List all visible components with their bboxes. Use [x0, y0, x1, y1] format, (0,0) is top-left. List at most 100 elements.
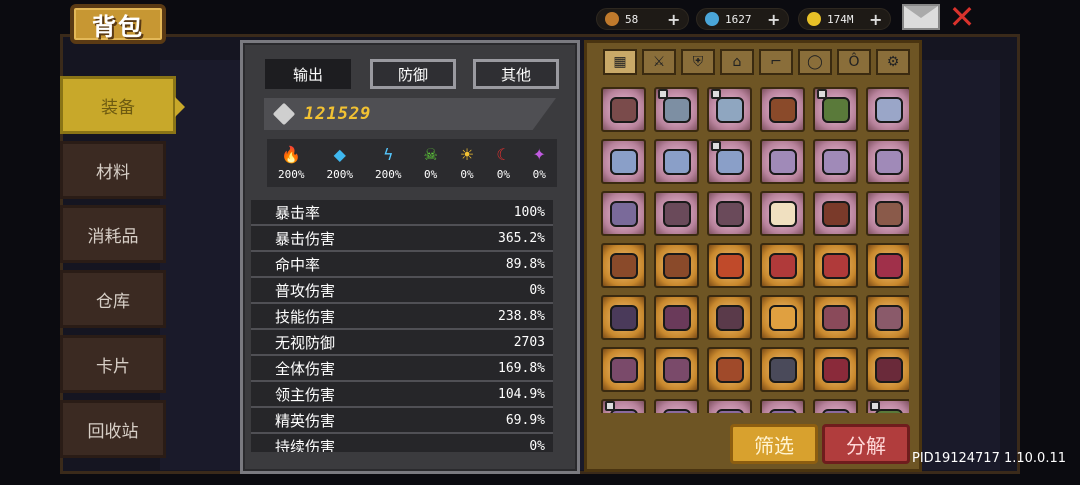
stat-row: 技能伤害 238.8%	[251, 304, 553, 330]
mail-icon[interactable]	[902, 4, 940, 30]
tab-defense[interactable]: 防御	[370, 59, 456, 89]
inventory-slot[interactable]	[654, 347, 699, 392]
inventory-slot[interactable]	[654, 139, 699, 184]
inventory-slot[interactable]	[866, 191, 909, 236]
sun-icon: ☀	[459, 144, 475, 164]
inventory-panel: ▦ ⚔ ⛨ ⌂ ⌐ ◯ Ô ⚙	[584, 40, 922, 472]
weapon-icon[interactable]: ⚔	[642, 49, 676, 75]
inventory-slot[interactable]	[813, 399, 858, 413]
item-icon	[662, 200, 691, 227]
inventory-slot[interactable]	[654, 87, 699, 132]
add-wood-button[interactable]: +	[667, 10, 680, 29]
item-icon	[821, 356, 850, 383]
decompose-button[interactable]: 分解	[822, 424, 910, 464]
inventory-slot[interactable]	[760, 139, 805, 184]
inventory-slot[interactable]	[707, 243, 752, 288]
add-gold-button[interactable]: +	[869, 10, 882, 29]
inventory-slot[interactable]	[707, 399, 752, 413]
side-tab-0[interactable]: 装备	[60, 76, 185, 134]
stat-label: 暴击伤害	[275, 229, 336, 248]
lightning-icon: ϟ	[382, 144, 394, 164]
inventory-slot[interactable]	[601, 87, 646, 132]
item-icon	[874, 200, 903, 227]
necklace-icon[interactable]: Ô	[837, 49, 871, 75]
wood-value: 58	[625, 12, 639, 26]
stat-label: 全体伤害	[275, 359, 336, 378]
inventory-slot[interactable]	[813, 139, 858, 184]
stat-value: 2703	[513, 334, 545, 350]
inventory-slot[interactable]	[813, 243, 858, 288]
inventory-slot[interactable]	[707, 87, 752, 132]
tab-other[interactable]: 其他	[473, 59, 559, 89]
version-label: PID19124717 1.10.0.11	[912, 451, 1067, 466]
element-bonus: ✦ 0%	[532, 144, 546, 181]
side-tab-2[interactable]: 消耗品	[60, 205, 166, 263]
boots-icon[interactable]: ⌐	[759, 49, 793, 75]
side-tab-label: 材料	[96, 162, 130, 183]
ring-icon[interactable]: ◯	[798, 49, 832, 75]
inventory-slot[interactable]	[760, 347, 805, 392]
inventory-slot[interactable]	[654, 243, 699, 288]
inventory-tab-glyph: ▦	[613, 54, 627, 70]
inventory-grid[interactable]	[601, 87, 909, 413]
helmet-icon[interactable]: ⌂	[720, 49, 754, 75]
inventory-slot[interactable]	[760, 295, 805, 340]
inventory-tab-glyph: Ô	[848, 54, 860, 70]
filter-button[interactable]: 筛选	[730, 424, 818, 464]
inventory-slot[interactable]	[866, 399, 909, 413]
close-icon[interactable]: ✕	[946, 1, 978, 33]
inventory-slot[interactable]	[707, 139, 752, 184]
stat-label: 精英伤害	[275, 411, 336, 430]
lock-icon	[711, 141, 721, 151]
side-tab-1[interactable]: 材料	[60, 141, 166, 199]
inventory-slot[interactable]	[866, 295, 909, 340]
inventory-slot[interactable]	[760, 87, 805, 132]
side-tab-4[interactable]: 卡片	[60, 335, 166, 393]
inventory-tab-glyph: ◯	[807, 54, 823, 70]
lock-icon	[605, 401, 615, 411]
add-gem-button[interactable]: +	[767, 10, 780, 29]
inventory-slot[interactable]	[707, 295, 752, 340]
stat-list[interactable]: 暴击率 100% 暴击伤害 365.2% 命中率 89.8% 普攻伤害 0% 技能伤害 238.8…	[251, 200, 553, 452]
inventory-slot[interactable]	[654, 191, 699, 236]
inventory-slot[interactable]	[654, 399, 699, 413]
item-icon	[768, 148, 797, 175]
tab-output[interactable]: 输出	[265, 59, 351, 89]
inventory-slot[interactable]	[866, 87, 909, 132]
side-tab-5[interactable]: 回收站	[60, 400, 166, 458]
inventory-slot[interactable]	[601, 295, 646, 340]
side-tab-3[interactable]: 仓库	[60, 270, 166, 328]
inventory-slot[interactable]	[813, 295, 858, 340]
inventory-slot[interactable]	[707, 191, 752, 236]
inventory-slot[interactable]	[760, 399, 805, 413]
inventory-slot[interactable]	[866, 243, 909, 288]
side-tab-label: 回收站	[87, 421, 139, 442]
inventory-slot[interactable]	[601, 399, 646, 413]
inventory-slot[interactable]	[866, 139, 909, 184]
inventory-slot[interactable]	[601, 191, 646, 236]
inventory-slot[interactable]	[866, 347, 909, 392]
inventory-slot[interactable]	[760, 243, 805, 288]
item-icon	[874, 148, 903, 175]
inventory-slot[interactable]	[813, 347, 858, 392]
inventory-slot[interactable]	[601, 243, 646, 288]
inventory-slot[interactable]	[601, 347, 646, 392]
arcane-icon: ✦	[532, 144, 546, 164]
inventory-slot[interactable]	[654, 295, 699, 340]
gold-coin-icon	[807, 12, 821, 26]
gear-icon[interactable]: ⚙	[876, 49, 910, 75]
armor-icon[interactable]: ⛨	[681, 49, 715, 75]
inventory-slot[interactable]	[813, 191, 858, 236]
item-icon	[715, 356, 744, 383]
inventory-slot[interactable]	[813, 87, 858, 132]
item-icon	[662, 408, 691, 413]
inventory-slot[interactable]	[601, 139, 646, 184]
side-tab-label: 消耗品	[87, 226, 139, 247]
grid-all-icon[interactable]: ▦	[603, 49, 637, 75]
inventory-slot[interactable]	[707, 347, 752, 392]
item-icon	[821, 408, 850, 413]
inventory-slot[interactable]	[760, 191, 805, 236]
element-value: 0%	[460, 167, 474, 181]
stat-label: 持续伤害	[275, 437, 336, 453]
filter-label: 筛选	[754, 433, 794, 458]
